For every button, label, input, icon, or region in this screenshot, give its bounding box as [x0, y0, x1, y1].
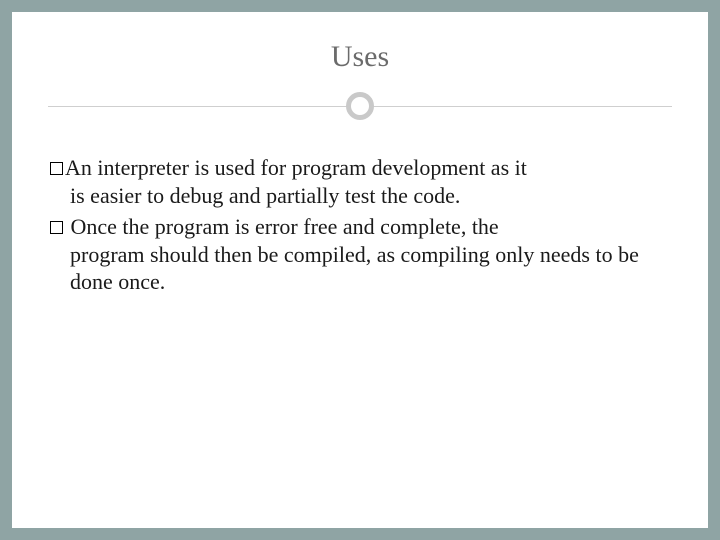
bullet-text-rest: is easier to debug and partially test th… [70, 182, 670, 210]
bullet-text-line1: An interpreter is used for program devel… [65, 155, 527, 180]
bullet-text-line1: Once the program is error free and compl… [65, 214, 499, 239]
bullet-item: Once the program is error free and compl… [50, 213, 670, 296]
bullet-item: An interpreter is used for program devel… [50, 154, 670, 209]
divider-circle-icon [346, 92, 374, 120]
slide: Uses An interpreter is used for program … [12, 12, 708, 528]
title-divider [48, 92, 672, 120]
title-area: Uses [48, 40, 672, 120]
bullet-text-rest: program should then be compiled, as comp… [70, 241, 670, 296]
content-area: An interpreter is used for program devel… [48, 154, 672, 296]
slide-title: Uses [48, 40, 672, 74]
square-bullet-icon [50, 221, 63, 234]
square-bullet-icon [50, 162, 63, 175]
